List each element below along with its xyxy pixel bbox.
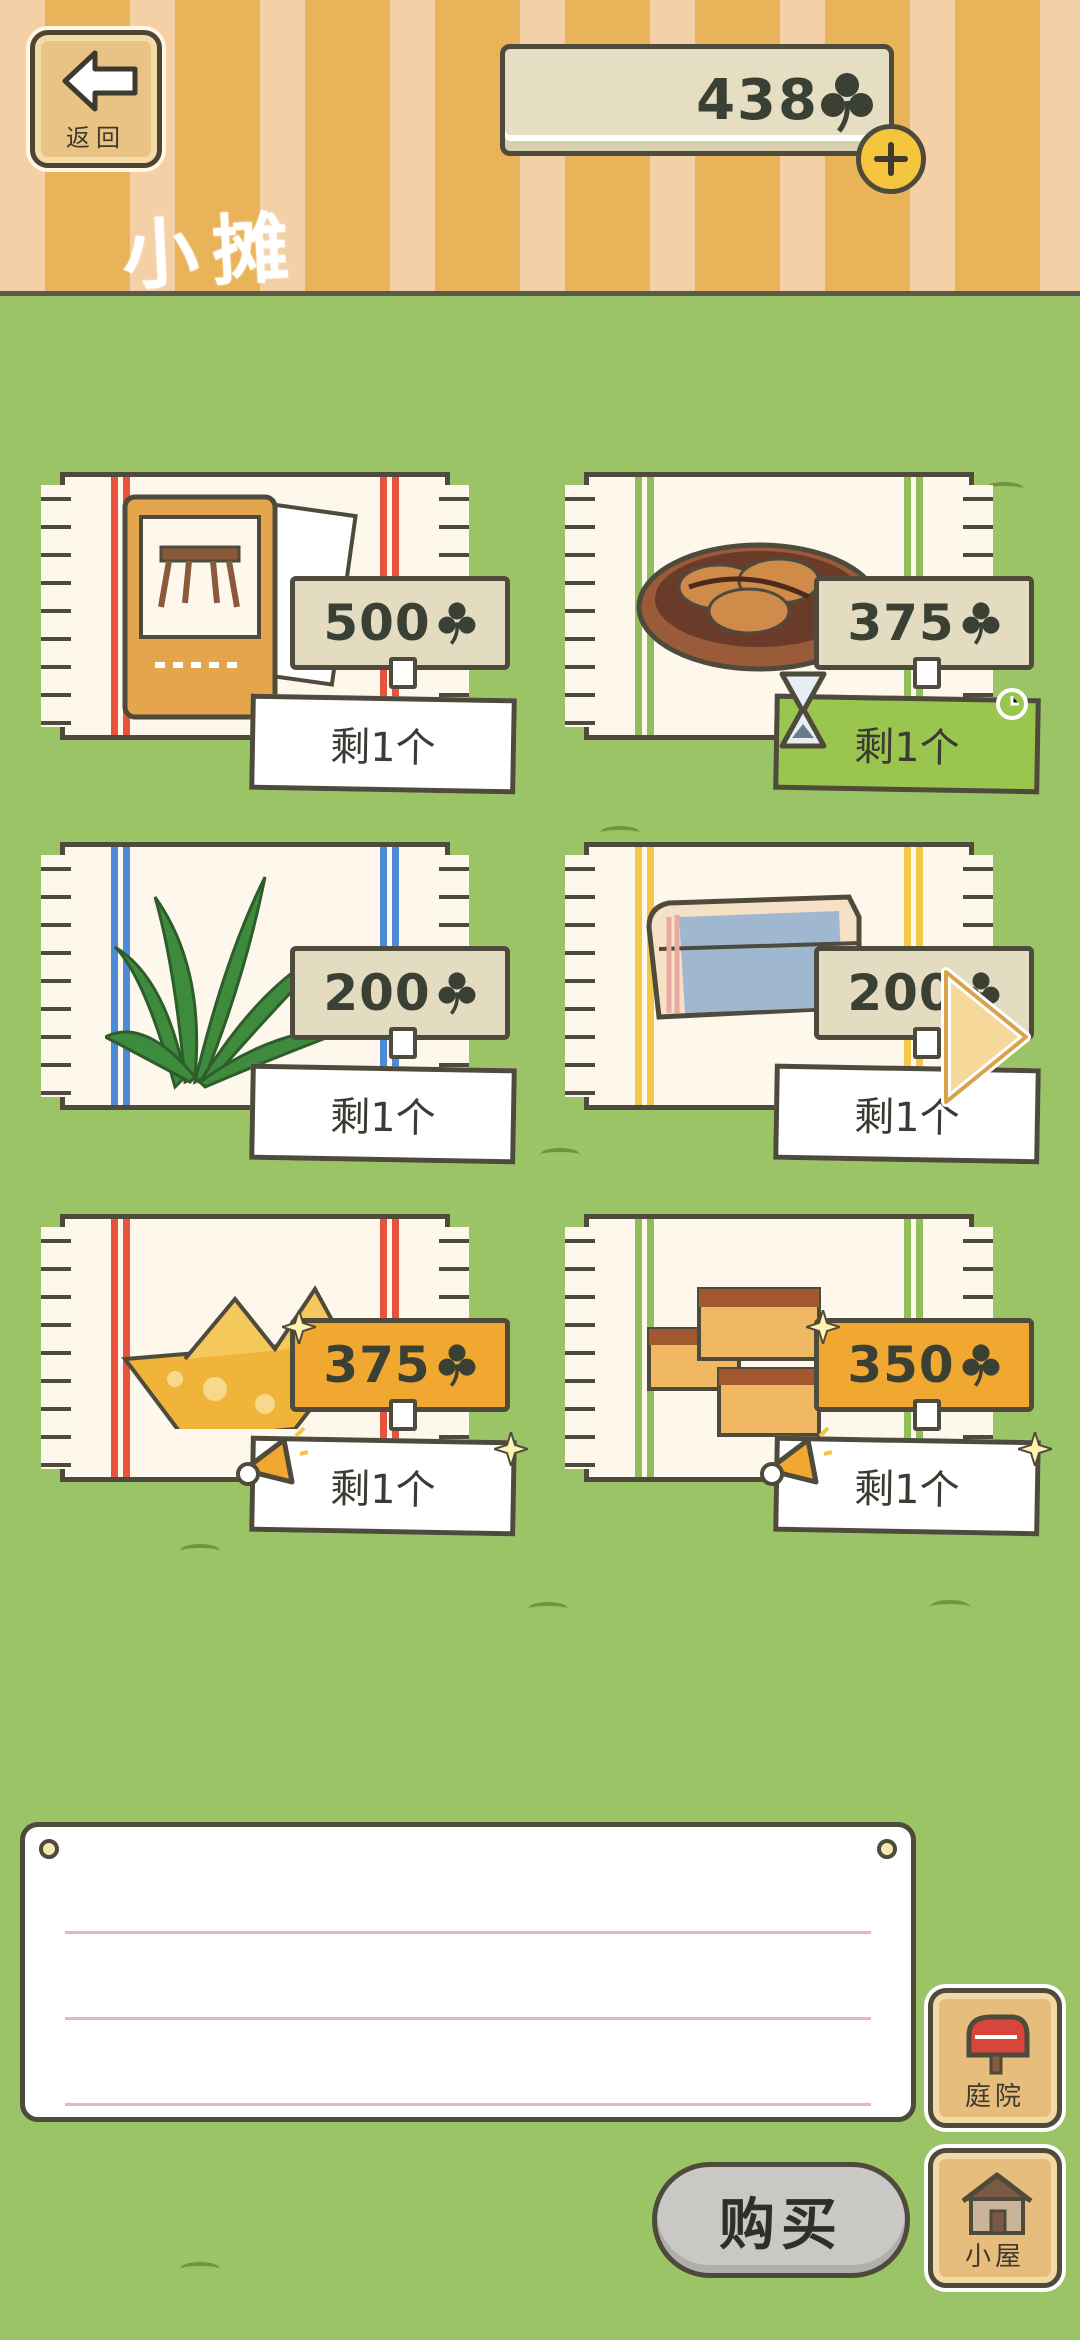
header-bar: 返回 小摊 438 bbox=[0, 0, 1080, 301]
mailbox-icon bbox=[966, 2014, 1030, 2075]
price-tag: 375 bbox=[290, 1318, 510, 1431]
panel-pin bbox=[39, 1839, 59, 1859]
panel-pin bbox=[877, 1839, 897, 1859]
plus-icon bbox=[874, 142, 908, 176]
grass-tuft bbox=[528, 1602, 568, 1616]
clover-icon bbox=[438, 602, 476, 645]
megaphone-icon bbox=[760, 1426, 833, 1486]
shop-item-pancakes[interactable]: 375 剩1个 bbox=[565, 472, 1054, 802]
price-tag: 375 bbox=[814, 576, 1034, 689]
back-button[interactable]: 返回 bbox=[30, 30, 162, 168]
yard-button[interactable]: 庭院 bbox=[928, 1988, 1062, 2128]
sparkle-icon bbox=[282, 1310, 316, 1344]
buy-button[interactable]: 购买 bbox=[652, 2162, 910, 2278]
grass-tuft bbox=[600, 826, 640, 840]
back-label: 返回 bbox=[66, 124, 126, 152]
clock-icon bbox=[996, 688, 1028, 720]
panel-line bbox=[65, 2103, 871, 2106]
grass-tuft bbox=[180, 2262, 220, 2276]
shop-item-castella[interactable]: 350 剩1个 bbox=[565, 1214, 1054, 1544]
price-tag: 500 bbox=[290, 576, 510, 689]
stock-label: 剩1个 bbox=[249, 1063, 517, 1165]
clover-icon bbox=[438, 972, 476, 1015]
price-tag: 200 bbox=[290, 946, 510, 1059]
back-arrow-icon bbox=[62, 50, 138, 112]
house-label: 小屋 bbox=[964, 2242, 1025, 2272]
shop-item-leaf[interactable]: 200 剩1个 bbox=[41, 842, 530, 1172]
clover-count: 438 bbox=[696, 67, 819, 133]
sparkle-icon bbox=[1018, 1432, 1052, 1466]
panel-line bbox=[65, 2017, 871, 2020]
clover-icon bbox=[438, 1344, 476, 1387]
yard-label: 庭院 bbox=[964, 2082, 1025, 2112]
grass-tuft bbox=[930, 1600, 970, 1614]
house-button[interactable]: 小屋 bbox=[928, 2148, 1062, 2288]
add-clover-button[interactable] bbox=[856, 124, 926, 194]
clover-balance: 438 bbox=[500, 44, 894, 156]
sparkle-icon bbox=[494, 1432, 528, 1466]
page-title: 小摊 bbox=[120, 202, 305, 301]
grass-tuft bbox=[180, 1544, 220, 1558]
clover-icon bbox=[962, 1344, 1000, 1387]
next-page-arrow-icon[interactable] bbox=[936, 962, 1036, 1112]
price-value: 200 bbox=[323, 964, 431, 1022]
sparkle-icon bbox=[806, 1310, 840, 1344]
price-value: 375 bbox=[323, 1336, 431, 1394]
shop-item-table-card[interactable]: 500 剩1个 bbox=[41, 472, 530, 802]
house-icon bbox=[961, 2172, 1033, 2235]
message-panel bbox=[20, 1822, 916, 2122]
shop-item-paper-boat[interactable]: 375 剩1个 bbox=[41, 1214, 530, 1544]
clover-icon bbox=[821, 73, 873, 133]
megaphone-icon bbox=[236, 1426, 309, 1486]
clover-icon bbox=[962, 602, 1000, 645]
price-value: 350 bbox=[847, 1336, 955, 1394]
price-tag: 350 bbox=[814, 1318, 1034, 1431]
price-value: 500 bbox=[323, 594, 431, 652]
hourglass-icon bbox=[779, 671, 827, 749]
stock-label: 剩1个 bbox=[249, 693, 517, 795]
price-value: 375 bbox=[847, 594, 955, 652]
panel-line bbox=[65, 1931, 871, 1934]
